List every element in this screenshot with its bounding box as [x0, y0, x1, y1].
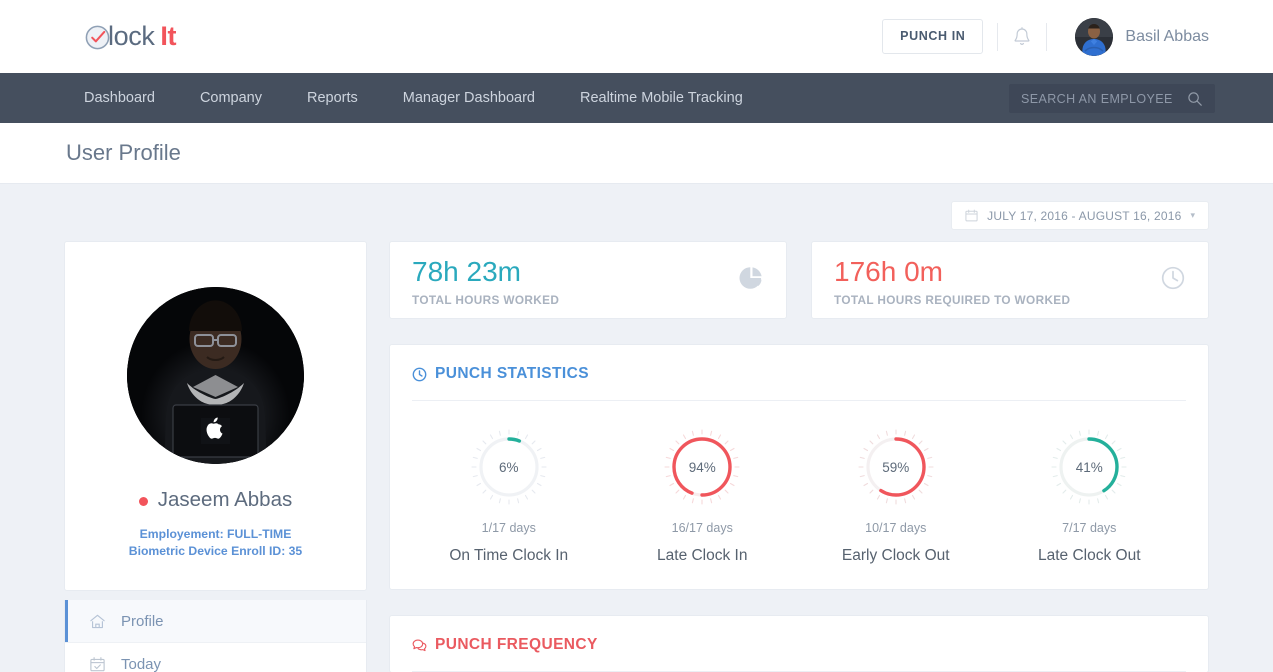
nav-items: Dashboard Company Reports Manager Dashbo… [84, 90, 788, 106]
main-navigation: Dashboard Company Reports Manager Dashbo… [0, 73, 1273, 123]
page-header: User Profile [0, 123, 1273, 184]
punch-statistics-donuts: 6% 1/17 days On Time Clock In 94% 16/17 … [412, 401, 1186, 589]
date-range-picker[interactable]: JULY 17, 2016 - AUGUST 16, 2016 ▾ [951, 201, 1209, 230]
donut-title: Late Clock Out [1037, 547, 1141, 564]
calendar-icon [965, 209, 978, 222]
profile-avatar [127, 287, 304, 464]
panel-header: PUNCH FREQUENCY [412, 636, 1186, 672]
donut-percent: 59% [882, 459, 910, 475]
sidebar-item-profile[interactable]: Profile [65, 600, 366, 643]
notification-bell-icon[interactable] [1012, 26, 1032, 48]
donut-title: Early Clock Out [841, 547, 950, 564]
logo-text-clock: lock [108, 21, 155, 51]
content-area: JULY 17, 2016 - AUGUST 16, 2016 ▾ Jaseem… [0, 184, 1273, 672]
stat-label: TOTAL HOURS REQUIRED TO WORKED [834, 293, 1071, 308]
top-bar-right: PUNCH IN Basil Abbas [882, 0, 1209, 73]
punch-in-button[interactable]: PUNCH IN [882, 19, 984, 54]
profile-card: Jaseem Abbas Employement: FULL-TIME Biom… [64, 241, 367, 591]
search-box[interactable] [1009, 84, 1215, 113]
avatar[interactable] [1075, 17, 1114, 56]
donut-chart: 59% [858, 429, 934, 505]
nav-item-manager-dashboard[interactable]: Manager Dashboard [403, 90, 535, 106]
donut-title: On Time Clock In [449, 547, 569, 564]
sidebar-item-label: Profile [121, 612, 164, 630]
caret-down-icon[interactable]: ▾ [1190, 211, 1195, 220]
divider [1046, 22, 1048, 51]
stat-value: 176h 0m [834, 256, 943, 287]
comments-icon [412, 638, 427, 653]
search-input[interactable] [1009, 91, 1187, 106]
clock-icon [1160, 265, 1186, 291]
donut-on-time-clock-in: 6% 1/17 days On Time Clock In [412, 429, 606, 565]
donut-percent: 6% [498, 459, 519, 475]
clock-icon [412, 367, 427, 382]
donut-late-clock-in: 94% 16/17 days Late Clock In [606, 429, 800, 565]
date-range-label: JULY 17, 2016 - AUGUST 16, 2016 [987, 208, 1182, 223]
punch-frequency-panel: PUNCH FREQUENCY [389, 615, 1209, 672]
sidebar-item-label: Today [121, 655, 162, 672]
pie-chart-icon [738, 265, 764, 291]
right-column: 78h 23m TOTAL HOURS WORKED 176h 0m TOTAL… [389, 241, 1209, 672]
divider [997, 22, 999, 51]
employment-type: Employement: FULL-TIME [139, 527, 292, 541]
panel-title: PUNCH FREQUENCY [435, 636, 598, 653]
nav-item-reports[interactable]: Reports [307, 90, 358, 106]
nav-item-dashboard[interactable]: Dashboard [84, 90, 155, 106]
home-icon [89, 613, 106, 630]
sidebar-item-today[interactable]: Today [65, 643, 366, 672]
donut-chart: 6% [471, 429, 547, 505]
status-badge [138, 497, 148, 506]
clock-check-icon [84, 24, 111, 51]
panel-header: PUNCH STATISTICS [412, 365, 1186, 401]
stat-value: 78h 23m [412, 256, 521, 287]
donut-title: Late Clock In [657, 547, 748, 564]
profile-name-row: Jaseem Abbas [138, 488, 293, 512]
donut-late-clock-out: 41% 7/17 days Late Clock Out [993, 429, 1187, 565]
daterange-row: JULY 17, 2016 - AUGUST 16, 2016 ▾ [64, 184, 1209, 230]
logo-text-it: It [160, 21, 177, 51]
nav-item-realtime-mobile-tracking[interactable]: Realtime Mobile Tracking [580, 90, 743, 106]
nav-item-company[interactable]: Company [200, 90, 262, 106]
columns: Jaseem Abbas Employement: FULL-TIME Biom… [64, 241, 1209, 672]
employee-meta: Employement: FULL-TIME Biometric Device … [129, 526, 302, 560]
stat-card-hours-required: 176h 0m TOTAL HOURS REQUIRED TO WORKED [811, 241, 1209, 319]
donut-days: 10/17 days [865, 521, 927, 535]
user-name[interactable]: Basil Abbas [1125, 28, 1209, 46]
donut-chart: 94% [664, 429, 740, 505]
employee-name: Jaseem Abbas [157, 488, 293, 511]
search-icon[interactable] [1187, 91, 1203, 107]
page-title: User Profile [66, 140, 181, 165]
profile-side-menu: Profile Today [64, 600, 367, 672]
stat-card-hours-worked: 78h 23m TOTAL HOURS WORKED [389, 241, 787, 319]
top-bar: lock It PUNCH IN Basil Abbas [0, 0, 1273, 73]
donut-percent: 41% [1075, 459, 1103, 475]
donut-days: 7/17 days [1062, 521, 1117, 535]
app-logo[interactable]: lock It [84, 21, 177, 52]
stat-label: TOTAL HOURS WORKED [412, 293, 560, 308]
biometric-enroll-id: Biometric Device Enroll ID: 35 [128, 544, 303, 558]
donut-chart: 41% [1051, 429, 1127, 505]
donut-days: 16/17 days [671, 521, 733, 535]
stat-cards: 78h 23m TOTAL HOURS WORKED 176h 0m TOTAL… [389, 241, 1209, 319]
calendar-check-icon [89, 656, 106, 672]
panel-title: PUNCH STATISTICS [435, 365, 589, 382]
donut-days: 1/17 days [481, 521, 536, 535]
punch-statistics-panel: PUNCH STATISTICS 6% 1/17 days On Time Cl… [389, 344, 1209, 590]
left-column: Jaseem Abbas Employement: FULL-TIME Biom… [64, 241, 367, 672]
donut-percent: 94% [688, 459, 716, 475]
donut-early-clock-out: 59% 10/17 days Early Clock Out [799, 429, 993, 565]
